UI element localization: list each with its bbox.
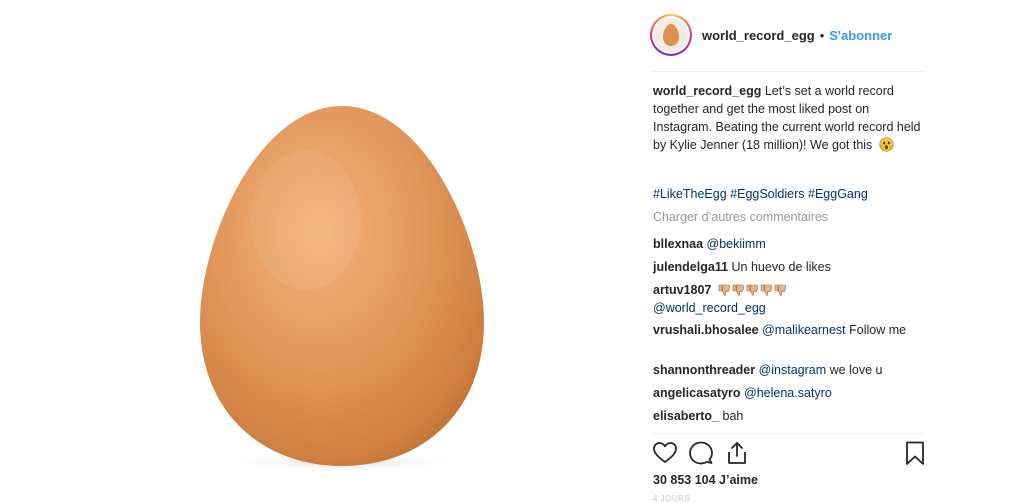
comment-username[interactable]: artuv1807 <box>653 283 711 297</box>
comment-username[interactable]: julendelga11 <box>653 260 728 274</box>
post-sidebar: world_record_egg • S'abonner world_recor… <box>640 0 1024 503</box>
comment-item: shannonthreader @instagram we love u <box>653 361 921 379</box>
comment-item: artuv1807 @world_record_egg <box>653 281 921 317</box>
comment-item: elisaberto_ bah <box>653 407 921 425</box>
avatar-border <box>652 16 690 54</box>
action-bar <box>650 440 930 470</box>
hashtag-link[interactable]: #LikeTheEgg <box>653 187 727 201</box>
thumbs-down-emoji-icon <box>718 283 787 296</box>
post-photo[interactable] <box>0 0 640 503</box>
header-separator: • <box>819 27 825 43</box>
comment-username[interactable]: bllexnaa <box>653 237 703 251</box>
post-header: world_record_egg • S'abonner <box>650 10 930 60</box>
comment-mention[interactable]: @malikearnest <box>762 323 846 337</box>
post-timestamp: 4 JOURS <box>653 494 691 503</box>
comment-item: angelicasatyro @helena.satyro <box>653 384 921 402</box>
follow-button[interactable]: S'abonner <box>829 28 892 43</box>
share-icon[interactable] <box>724 440 750 466</box>
avatar[interactable] <box>650 14 692 56</box>
actions-divider <box>650 433 926 434</box>
comment-item: vrushali.bhosalee @malikearnest Follow m… <box>653 321 921 339</box>
comment-text: Un huevo de likes <box>731 260 831 274</box>
comment-mention[interactable]: @helena.satyro <box>744 386 832 400</box>
post-caption: world_record_egg Let’s set a world recor… <box>653 82 921 157</box>
screaming-face-emoji-icon <box>879 137 894 157</box>
comment-text: we love u <box>829 363 883 377</box>
comment-username[interactable]: angelicasatyro <box>653 386 741 400</box>
comment-username[interactable]: vrushali.bhosalee <box>653 323 759 337</box>
comment-item: julendelga11 Un huevo de likes <box>653 258 921 276</box>
header-username[interactable]: world_record_egg <box>702 28 815 43</box>
comment-text: bah <box>722 409 744 423</box>
hashtag-list: #LikeTheEgg #EggSoldiers #EggGang <box>653 185 868 203</box>
comment-mention[interactable]: @bekiimm <box>707 237 766 251</box>
comment-mention[interactable]: @world_record_egg <box>653 301 766 315</box>
comment-mention[interactable]: @instagram <box>759 363 827 377</box>
header-divider <box>650 71 926 72</box>
comment-username[interactable]: shannonthreader <box>653 363 755 377</box>
heart-icon[interactable] <box>652 440 678 466</box>
comment-item: bllexnaa @bekiimm <box>653 235 921 253</box>
avatar-egg-image <box>654 18 688 52</box>
hashtag-link[interactable]: #EggGang <box>808 187 868 201</box>
comment-username[interactable]: elisaberto_ <box>653 409 719 423</box>
load-more-comments-button[interactable]: Charger d’autres commentaires <box>653 210 828 224</box>
egg-image <box>196 100 488 480</box>
likes-count[interactable]: 30 853 104 J’aime <box>653 473 758 487</box>
comment-text: Follow me <box>849 323 907 337</box>
bookmark-icon[interactable] <box>902 440 928 466</box>
hashtag-link[interactable]: #EggSoldiers <box>730 187 804 201</box>
comment-icon[interactable] <box>688 440 714 466</box>
caption-username[interactable]: world_record_egg <box>653 84 761 98</box>
